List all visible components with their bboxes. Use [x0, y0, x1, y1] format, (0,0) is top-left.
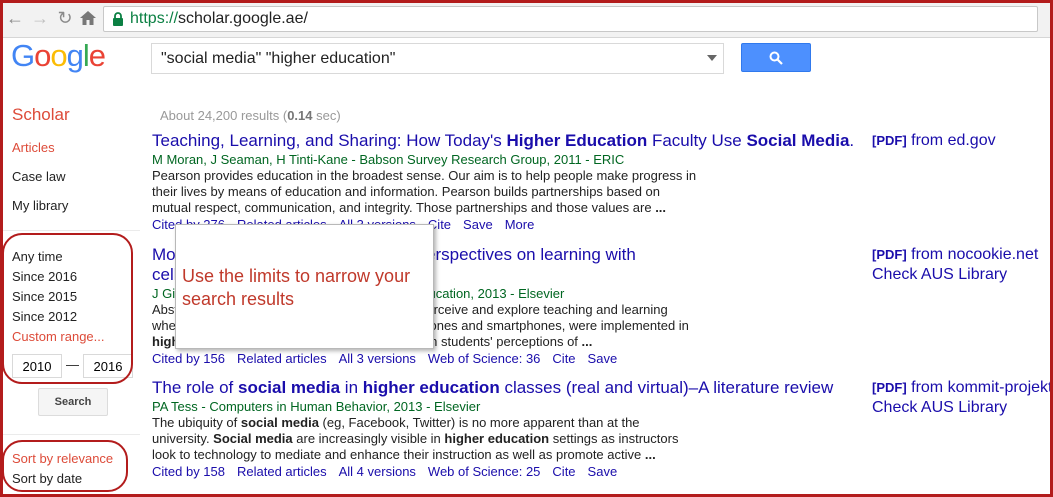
- result-link-all-4-versions[interactable]: All 4 versions: [339, 464, 416, 479]
- text-fragment: in: [340, 378, 363, 397]
- logo-letter: e: [88, 38, 106, 73]
- result-link-cited-by-156[interactable]: Cited by 156: [152, 351, 225, 366]
- scholar-title[interactable]: Scholar: [12, 105, 70, 125]
- result-link-web-of-science-36[interactable]: Web of Science: 36: [428, 351, 541, 366]
- callout-text: Use the limits to narrow your search res…: [182, 266, 411, 309]
- annotation-oval-time-filters: [2, 233, 133, 384]
- result-link-save[interactable]: Save: [588, 351, 618, 366]
- magnifier-icon: [769, 51, 783, 65]
- pdf-source-text: from kommit-projekt: [906, 379, 1053, 396]
- result-link-cited-by-158[interactable]: Cited by 158: [152, 464, 225, 479]
- result-link-cite[interactable]: Cite: [552, 464, 575, 479]
- text-fragment: higher education: [362, 378, 500, 397]
- result-title-link[interactable]: The role of social media in higher educa…: [152, 378, 862, 398]
- search-button[interactable]: [741, 43, 811, 72]
- text-fragment: social media: [240, 415, 319, 430]
- logo-letter: g: [66, 38, 84, 73]
- text-fragment: Pearson provides education in the broade…: [152, 168, 697, 215]
- result-link-more[interactable]: More: [505, 217, 535, 232]
- result-link-cite[interactable]: Cite: [552, 351, 575, 366]
- text-fragment: Higher Education: [506, 131, 648, 150]
- search-box: [151, 43, 724, 74]
- result-link-all-3-versions[interactable]: All 3 versions: [339, 351, 416, 366]
- text-fragment: Social media: [213, 431, 293, 446]
- text-fragment: The ubiquity of: [152, 415, 241, 430]
- text-fragment: ...: [644, 447, 656, 462]
- text-fragment: cell: [152, 265, 178, 284]
- text-fragment: ...: [581, 334, 593, 349]
- pdf-source-text: Check AUS Library: [872, 399, 1008, 416]
- text-fragment: ...: [655, 200, 667, 215]
- sidebar-divider: [0, 434, 140, 435]
- range-search-button[interactable]: Search: [38, 388, 108, 416]
- text-fragment: Social Media: [746, 131, 850, 150]
- pdf-tag: [PDF]: [872, 247, 907, 262]
- logo-letter: o: [50, 38, 67, 73]
- sidebar-item-my-library[interactable]: My library: [12, 198, 68, 213]
- pdf-source-text: from ed.gov: [906, 132, 996, 149]
- pdf-source-text: Check AUS Library: [872, 266, 1008, 283]
- text-fragment: classes (real and virtual)–A literature …: [499, 378, 834, 397]
- result-snippet: Pearson provides education in the broade…: [152, 168, 697, 216]
- text-fragment: social media: [238, 378, 341, 397]
- logo-letter: G: [11, 38, 35, 73]
- text-fragment: higher education: [444, 431, 550, 446]
- google-logo[interactable]: Google: [11, 38, 106, 74]
- pdf-tag: [PDF]: [872, 133, 907, 148]
- text-fragment: The role of: [152, 378, 238, 397]
- pdf-tag: [PDF]: [872, 380, 907, 395]
- results-count: About 24,200 results (0.14 sec): [160, 108, 341, 123]
- library-link[interactable]: Check AUS Library: [872, 399, 1007, 417]
- text-fragment: are increasingly visible in: [292, 431, 445, 446]
- result-title-link[interactable]: Teaching, Learning, and Sharing: How Tod…: [152, 131, 862, 151]
- search-result: The role of social media in higher educa…: [152, 378, 862, 479]
- annotation-oval-sort: [2, 440, 128, 492]
- result-authors: M Moran, J Seaman, H Tinti-Kane - Babson…: [152, 152, 625, 167]
- result-link-web-of-science-25[interactable]: Web of Science: 25: [428, 464, 541, 479]
- sidebar-divider: [0, 230, 140, 231]
- search-input[interactable]: [152, 44, 692, 73]
- reload-icon[interactable]: ↻: [54, 7, 76, 29]
- search-options-dropdown-icon[interactable]: [707, 55, 717, 61]
- pdf-link[interactable]: [PDF] from nocookie.net: [872, 246, 1038, 264]
- pdf-source-text: from nocookie.net: [906, 246, 1039, 263]
- result-link-related-articles[interactable]: Related articles: [237, 351, 327, 366]
- back-arrow-icon[interactable]: ←: [4, 7, 26, 29]
- lock-icon: [110, 11, 126, 27]
- text-fragment: .: [849, 131, 855, 150]
- address-bar[interactable]: https://scholar.google.ae/: [103, 6, 1038, 32]
- pdf-link[interactable]: [PDF] from kommit-projekt: [872, 379, 1052, 397]
- url-text: https://scholar.google.ae/: [130, 10, 308, 27]
- text-fragment: Faculty Use: [647, 131, 747, 150]
- result-snippet: The ubiquity of social media (eg, Facebo…: [152, 415, 697, 463]
- text-fragment: Teaching, Learning, and Sharing: How Tod…: [152, 131, 507, 150]
- home-icon[interactable]: [77, 7, 99, 29]
- text-fragment: Mo: [152, 245, 176, 264]
- sidebar-item-articles[interactable]: Articles: [12, 140, 55, 155]
- search-result: Teaching, Learning, and Sharing: How Tod…: [152, 131, 862, 232]
- sidebar-item-case-law[interactable]: Case law: [12, 169, 65, 184]
- pdf-link[interactable]: [PDF] from ed.gov: [872, 132, 996, 150]
- result-authors: PA Tess - Computers in Human Behavior, 2…: [152, 399, 481, 414]
- result-link-save[interactable]: Save: [588, 464, 618, 479]
- result-links: Cited by 156 Related articles All 3 versio…: [152, 351, 862, 366]
- browser-toolbar: ← → ↻ https://scholar.google.ae/: [0, 0, 1053, 38]
- logo-letter: o: [34, 38, 51, 73]
- result-link-save[interactable]: Save: [463, 217, 493, 232]
- annotation-callout: Use the limits to narrow your search res…: [175, 224, 434, 349]
- result-links: Cited by 158 Related articles All 4 versio…: [152, 464, 862, 479]
- forward-arrow-icon[interactable]: →: [29, 7, 51, 29]
- library-link[interactable]: Check AUS Library: [872, 266, 1007, 284]
- result-link-related-articles[interactable]: Related articles: [237, 464, 327, 479]
